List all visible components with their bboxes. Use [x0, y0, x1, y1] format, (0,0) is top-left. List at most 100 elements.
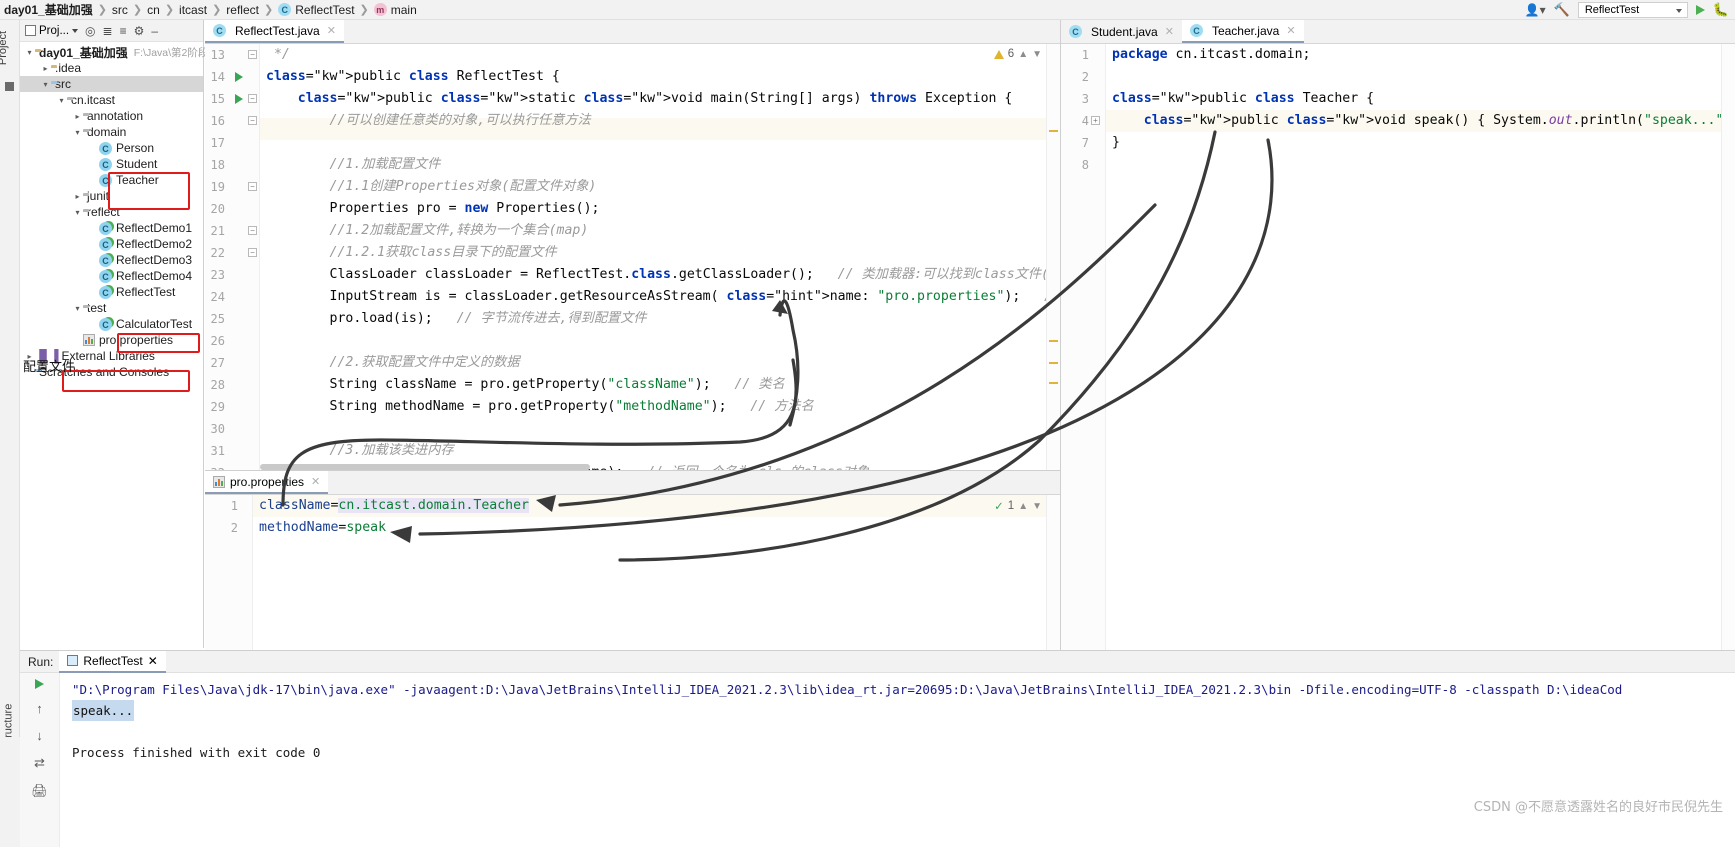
code-text-main[interactable]: */class="kw">public class ReflectTest { …	[260, 44, 1060, 470]
tree-node-reflecttest[interactable]: C ReflectTest	[20, 284, 203, 300]
soft-wrap-icon[interactable]: ⇄	[34, 755, 45, 771]
close-icon[interactable]: ✕	[148, 654, 158, 668]
class-icon: C	[1069, 25, 1082, 38]
tab-pro-properties[interactable]: pro.properties ✕	[205, 471, 329, 494]
breadcrumb-item-project[interactable]: day01_基础加强	[4, 1, 93, 18]
class-icon: C	[1189, 24, 1203, 37]
minimize-icon[interactable]: –	[151, 25, 158, 37]
gutter-main[interactable]: 13 − 14 15 − 16 − 17 18 19 − 20 21 − 22 − 23 24 25 26 27 28 29…	[205, 44, 260, 470]
tree-node-day01-[interactable]: ▾ day01_基础加强 F:\Java\第2阶段	[20, 44, 208, 60]
tree-node-pro-properties[interactable]: pro.properties	[20, 332, 203, 348]
tree-node-reflect[interactable]: ▾ reflect	[20, 204, 203, 220]
tree-node-reflectdemo1[interactable]: C ReflectDemo1	[20, 220, 203, 236]
fold-gutter-icon[interactable]: −	[248, 248, 257, 257]
down-arrow-icon[interactable]: ↓	[36, 728, 43, 743]
chevron-down-icon[interactable]: ▼	[1032, 49, 1042, 60]
chevron-down-icon[interactable]: ▼	[1032, 501, 1042, 512]
user-account-icon[interactable]: 👤▾	[1525, 3, 1546, 17]
inspection-widget[interactable]: 6 ▲ ▼	[993, 48, 1042, 60]
line-number: 31	[210, 444, 225, 458]
tree-node-reflectdemo4[interactable]: C ReflectDemo4	[20, 268, 203, 284]
inspection-widget-properties[interactable]: ✓ 1 ▲ ▼	[994, 499, 1042, 513]
run-label: Run:	[28, 654, 54, 669]
tree-node-src[interactable]: ▾ src	[20, 76, 203, 92]
breadcrumb-item-main[interactable]: m main	[373, 3, 417, 17]
tab-student-java[interactable]: C Student.java ✕	[1061, 20, 1182, 43]
breadcrumb-item-itcast[interactable]: itcast	[179, 3, 207, 17]
up-arrow-icon[interactable]: ↑	[36, 701, 43, 716]
expand-all-icon[interactable]: ≣	[103, 25, 113, 37]
build-hammer-icon[interactable]: 🔨	[1554, 2, 1570, 18]
strip-marker-icon	[5, 82, 14, 91]
tree-node-student[interactable]: C Student	[20, 156, 203, 172]
code-area-main[interactable]: 13 − 14 15 − 16 − 17 18 19 − 20 21 − 22 − 23 24 25 26 27 28 29…	[205, 44, 1060, 470]
chevron-down-icon[interactable]: ▾	[24, 48, 35, 57]
warning-stripe-mark	[1049, 362, 1058, 364]
tab-label: Student.java	[1091, 24, 1158, 39]
tree-node-calculatortest[interactable]: C CalculatorTest	[20, 316, 203, 332]
tab-teacher-java[interactable]: C Teacher.java ✕	[1181, 20, 1304, 43]
tool-window-button-project[interactable]: Project	[0, 31, 9, 65]
close-icon[interactable]: ✕	[311, 475, 320, 488]
tree-node-reflectdemo3[interactable]: C ReflectDemo3	[20, 252, 203, 268]
tree-node-junit[interactable]: ▸ junit	[20, 188, 203, 204]
watermark-text: CSDN @不愿意透露姓名的良好市民倪先生	[1473, 800, 1723, 815]
console-output[interactable]: "D:\Program Files\Java\jdk-17\bin\java.e…	[60, 673, 1735, 847]
warning-icon	[993, 49, 1004, 59]
code-area-properties[interactable]: 12 className=cn.itcast.domain.Teacher met…	[205, 495, 1060, 651]
code-area-right[interactable]: 1 2 3 4 +7 8 package cn.itcast.domain; class="…	[1061, 44, 1735, 650]
line-number: 15	[210, 92, 225, 106]
fold-gutter-icon[interactable]: −	[248, 50, 257, 59]
breadcrumb-item-reflecttest[interactable]: C ReflectTest	[278, 3, 355, 17]
run-configuration-selector[interactable]: ReflectTest	[1577, 2, 1688, 18]
tree-node-label: ReflectDemo1	[116, 221, 193, 235]
tree-node-label: annotation	[87, 109, 144, 123]
chevron-up-icon[interactable]: ▲	[1018, 49, 1028, 60]
tree-node--idea[interactable]: ▸ .idea	[20, 60, 203, 76]
tree-node-cn-itcast[interactable]: ▾ cn.itcast	[20, 92, 203, 108]
run-icon[interactable]	[1695, 5, 1705, 15]
close-icon[interactable]: ✕	[327, 24, 336, 37]
close-icon[interactable]: ✕	[1286, 24, 1295, 37]
gutter-right[interactable]: 1 2 3 4 +7 8	[1061, 44, 1106, 650]
fold-gutter-icon[interactable]: −	[248, 94, 257, 103]
fold-gutter-icon[interactable]: −	[248, 116, 257, 125]
run-tool-window: Run: ReflectTest ✕ ↑ ↓ ⇄ 🖨 "D:\Program F…	[20, 650, 1735, 847]
debug-icon[interactable]: 🐛	[1713, 2, 1729, 18]
project-title-dropdown[interactable]: Proj...	[25, 25, 79, 37]
print-icon[interactable]: 🖨	[31, 783, 48, 799]
run-gutter-icon[interactable]	[235, 94, 243, 104]
breadcrumb-item-cn[interactable]: cn	[147, 3, 160, 17]
tree-node-annotation[interactable]: ▸ annotation	[20, 108, 203, 124]
error-stripe-properties[interactable]	[1046, 495, 1060, 651]
breadcrumb-item-src[interactable]: src	[112, 3, 128, 17]
run-tab-reflecttest[interactable]: ReflectTest ✕	[59, 650, 166, 673]
tree-node-teacher[interactable]: C Teacher	[20, 172, 203, 188]
code-line: String methodName = pro.getProperty("met…	[266, 399, 814, 414]
fold-gutter-icon[interactable]: +	[1091, 116, 1100, 125]
chevron-right-icon[interactable]: ▸	[40, 64, 51, 73]
rerun-icon[interactable]	[35, 679, 44, 689]
tree-node-person[interactable]: C Person	[20, 140, 203, 156]
gutter-properties[interactable]: 12	[205, 495, 253, 651]
code-text-properties[interactable]: className=cn.itcast.domain.Teacher method…	[253, 495, 1060, 651]
breadcrumb-separator: ❯	[132, 4, 143, 16]
fold-gutter-icon[interactable]: −	[248, 182, 257, 191]
run-tabbar: Run: ReflectTest ✕	[20, 650, 1735, 673]
run-gutter-icon[interactable]	[235, 72, 243, 82]
chevron-up-icon[interactable]: ▲	[1018, 501, 1028, 512]
fold-gutter-icon[interactable]: −	[248, 226, 257, 235]
breadcrumb-item-reflect[interactable]: reflect	[226, 3, 259, 17]
gear-icon[interactable]: ⚙	[134, 25, 145, 37]
error-stripe-main[interactable]	[1046, 44, 1060, 470]
target-icon[interactable]: ◎	[85, 25, 95, 37]
tree-node-test[interactable]: ▾ test	[20, 300, 203, 316]
tab-reflecttest-java[interactable]: C ReflectTest.java ✕	[205, 20, 344, 43]
collapse-all-icon[interactable]: ≡	[120, 25, 127, 37]
code-text-right[interactable]: package cn.itcast.domain; class="kw">publ…	[1106, 44, 1735, 650]
close-icon[interactable]: ✕	[1165, 25, 1174, 38]
error-stripe-right[interactable]	[1721, 44, 1735, 650]
tree-node-domain[interactable]: ▾ domain	[20, 124, 203, 140]
tree-node-reflectdemo2[interactable]: C ReflectDemo2	[20, 236, 203, 252]
chevron-down-icon[interactable]: ▾	[40, 80, 51, 89]
